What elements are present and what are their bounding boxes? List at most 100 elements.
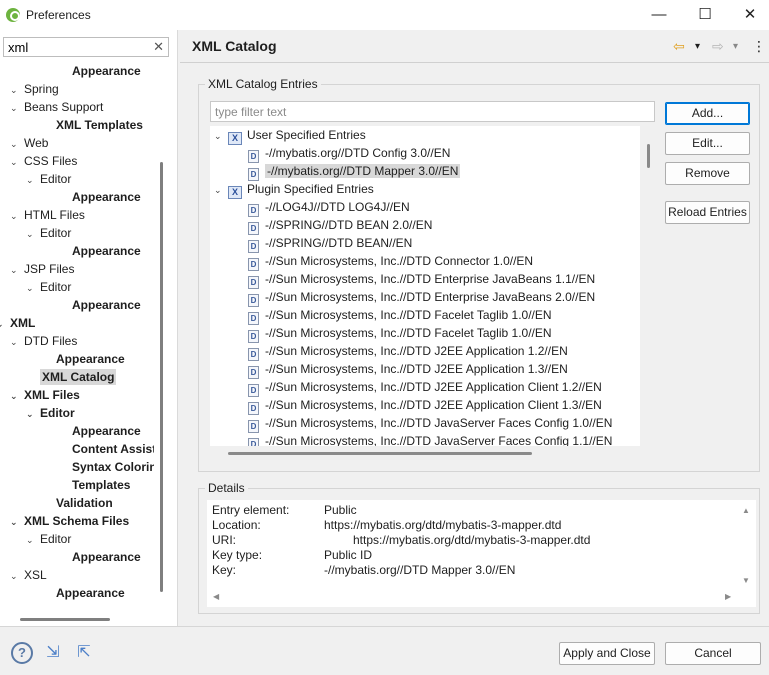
expand-arrow-icon[interactable]: ⌄ xyxy=(26,171,40,189)
clear-search-icon[interactable]: ✕ xyxy=(153,39,164,55)
edit-button[interactable]: Edit... xyxy=(665,132,750,155)
minimize-button[interactable]: — xyxy=(642,3,676,27)
entries-vertical-scrollbar[interactable] xyxy=(647,144,650,168)
sidebar-tree-item[interactable]: Validation xyxy=(56,494,113,512)
expand-arrow-icon[interactable]: ⌄ xyxy=(26,225,40,243)
sidebar-tree-item[interactable]: Content Assist xyxy=(72,440,154,458)
catalog-filter-input[interactable] xyxy=(211,102,654,121)
help-icon[interactable]: ? xyxy=(11,642,33,664)
expand-arrow-icon[interactable]: ⌄ xyxy=(10,99,24,117)
sidebar-tree-item[interactable]: ⌄ Spring xyxy=(10,80,59,98)
sidebar-tree-item[interactable]: ⌄ XSL xyxy=(10,566,47,584)
sidebar-tree-item[interactable]: Appearance xyxy=(72,422,141,440)
sidebar-tree-item[interactable]: ⌄ Web xyxy=(10,134,48,152)
expand-arrow-icon[interactable]: ⌄ xyxy=(10,81,24,99)
sidebar-tree-item[interactable]: Syntax Coloring xyxy=(72,458,154,476)
catalog-entry[interactable]: D -//Sun Microsystems, Inc.//DTD JavaServ… xyxy=(248,414,612,433)
sidebar-tree-item[interactable]: ⌄ XML Files xyxy=(10,386,80,404)
close-button[interactable]: ✕ xyxy=(733,3,767,27)
catalog-entry[interactable]: D -//Sun Microsystems, Inc.//DTD J2EE App… xyxy=(248,360,568,379)
catalog-entry[interactable]: D -//Sun Microsystems, Inc.//DTD J2EE App… xyxy=(248,396,602,415)
apply-and-close-button[interactable]: Apply and Close xyxy=(559,642,655,665)
scroll-left-icon[interactable]: ◀ xyxy=(213,592,219,601)
expand-arrow-icon[interactable]: ⌄ xyxy=(10,135,24,153)
scroll-right-icon[interactable]: ▶ xyxy=(725,592,731,601)
sidebar-tree-item[interactable]: Appearance xyxy=(72,242,141,260)
sidebar-tree-item[interactable]: ⌄ CSS Files xyxy=(10,152,77,170)
expand-arrow-icon[interactable]: ⌄ xyxy=(214,127,228,145)
catalog-entry[interactable]: D -//Sun Microsystems, Inc.//DTD Facelet … xyxy=(248,324,552,343)
catalog-entry[interactable]: D -//mybatis.org//DTD Config 3.0//EN xyxy=(248,144,450,163)
sidebar-tree-item[interactable]: ⌄XML xyxy=(0,314,35,332)
sidebar-tree-item[interactable]: ⌄ HTML Files xyxy=(10,206,85,224)
catalog-entry-label: -//SPRING//DTD BEAN//EN xyxy=(265,236,413,250)
plugin-entries-node[interactable]: ⌄ X Plugin Specified Entries xyxy=(214,180,374,199)
maximize-button[interactable]: ☐ xyxy=(688,3,722,27)
sidebar-tree-item-label: JSP Files xyxy=(24,262,75,276)
sidebar-tree-item[interactable]: ⌄ Editor xyxy=(26,278,71,296)
details-key: Key: xyxy=(212,563,237,577)
expand-arrow-icon[interactable]: ⌄ xyxy=(10,513,24,531)
entries-horizontal-scrollbar[interactable] xyxy=(228,452,532,455)
catalog-entry[interactable]: D -//Sun Microsystems, Inc.//DTD Enterpri… xyxy=(248,270,595,289)
forward-arrow-icon[interactable]: ⇨ xyxy=(712,38,724,55)
catalog-entry[interactable]: D -//Sun Microsystems, Inc.//DTD JavaServ… xyxy=(248,432,612,446)
expand-arrow-icon[interactable]: ⌄ xyxy=(10,333,24,351)
sidebar-tree-item[interactable]: Appearance xyxy=(56,584,125,602)
expand-arrow-icon[interactable]: ⌄ xyxy=(26,279,40,297)
sidebar-tree-item[interactable]: Templates xyxy=(72,476,130,494)
expand-arrow-icon[interactable]: ⌄ xyxy=(10,387,24,405)
catalog-entry[interactable]: D -//Sun Microsystems, Inc.//DTD Facelet … xyxy=(248,306,552,325)
catalog-entry[interactable]: D -//Sun Microsystems, Inc.//DTD J2EE App… xyxy=(248,378,602,397)
expand-arrow-icon[interactable]: ⌄ xyxy=(10,567,24,585)
reload-entries-button[interactable]: Reload Entries xyxy=(665,201,750,224)
back-dropdown-icon[interactable]: ▾ xyxy=(695,41,700,52)
cancel-button[interactable]: Cancel xyxy=(665,642,761,665)
catalog-entries-tree: ⌄ X User Specified Entries ⌄ X Plugin Specif… xyxy=(210,126,640,446)
sidebar-tree-item[interactable]: Appearance xyxy=(72,188,141,206)
sidebar-tree-item[interactable]: ⌄ XML Schema Files xyxy=(10,512,129,530)
sidebar-horizontal-scrollbar[interactable] xyxy=(20,618,110,621)
catalog-entry[interactable]: D -//Sun Microsystems, Inc.//DTD Enterpri… xyxy=(248,288,595,307)
expand-arrow-icon[interactable]: ⌄ xyxy=(10,207,24,225)
forward-dropdown-icon[interactable]: ▾ xyxy=(733,41,738,52)
page-title: XML Catalog xyxy=(192,38,277,54)
sidebar-tree-item[interactable]: ⌄ Editor xyxy=(26,224,71,242)
import-icon[interactable]: ⇲ xyxy=(41,642,65,664)
sidebar-tree-item[interactable]: ⌄ Editor xyxy=(26,170,71,188)
sidebar-tree-item[interactable]: Appearance xyxy=(72,296,141,314)
expand-arrow-icon[interactable]: ⌄ xyxy=(10,261,24,279)
sidebar-tree-item[interactable]: ⌄ Editor xyxy=(26,530,71,548)
preferences-search-input[interactable] xyxy=(4,38,144,56)
catalog-entry[interactable]: D -//LOG4J//DTD LOG4J//EN xyxy=(248,198,410,217)
sidebar-tree-item[interactable]: ⌄ JSP Files xyxy=(10,260,74,278)
sidebar-tree-item[interactable]: Appearance xyxy=(72,62,141,80)
sidebar-tree-item[interactable]: ⌄ DTD Files xyxy=(10,332,77,350)
sidebar-tree-item[interactable]: XML Templates xyxy=(56,116,143,134)
catalog-entry[interactable]: D -//Sun Microsystems, Inc.//DTD Connecto… xyxy=(248,252,533,271)
remove-button[interactable]: Remove xyxy=(665,162,750,185)
export-icon[interactable]: ⇱ xyxy=(72,642,96,664)
back-arrow-icon[interactable]: ⇦ xyxy=(673,38,685,55)
expand-arrow-icon[interactable]: ⌄ xyxy=(0,315,10,333)
sidebar-tree-item[interactable]: ⌄ Beans Support xyxy=(10,98,103,116)
sidebar-tree-item-label: XSL xyxy=(24,568,47,582)
scroll-up-icon[interactable]: ▲ xyxy=(742,506,750,515)
expand-arrow-icon[interactable]: ⌄ xyxy=(214,181,228,199)
expand-arrow-icon[interactable]: ⌄ xyxy=(26,405,40,423)
view-menu-icon[interactable]: ⋮ xyxy=(752,38,766,55)
sidebar-tree-item[interactable]: ⌄ Editor xyxy=(26,404,75,422)
sidebar-tree-item[interactable]: Appearance xyxy=(72,548,141,566)
sidebar-tree-item[interactable]: Appearance xyxy=(56,350,125,368)
sidebar-tree-item[interactable]: XML Catalog xyxy=(40,368,117,386)
add-button[interactable]: Add... xyxy=(665,102,750,125)
expand-arrow-icon[interactable]: ⌄ xyxy=(10,153,24,171)
expand-arrow-icon[interactable]: ⌄ xyxy=(26,531,40,549)
user-entries-node[interactable]: ⌄ X User Specified Entries xyxy=(214,126,366,145)
catalog-entry[interactable]: D -//SPRING//DTD BEAN//EN xyxy=(248,234,413,253)
scroll-down-icon[interactable]: ▼ xyxy=(742,576,750,585)
catalog-entry[interactable]: D -//SPRING//DTD BEAN 2.0//EN xyxy=(248,216,432,235)
catalog-entry[interactable]: D -//Sun Microsystems, Inc.//DTD J2EE App… xyxy=(248,342,568,361)
sidebar-vertical-scrollbar[interactable] xyxy=(160,162,163,592)
catalog-entry[interactable]: D -//mybatis.org//DTD Mapper 3.0//EN xyxy=(248,162,461,181)
